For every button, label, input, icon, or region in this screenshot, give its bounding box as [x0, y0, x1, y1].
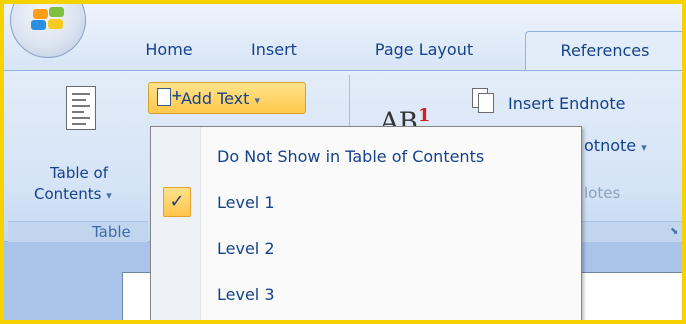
- chevron-down-icon: ▾: [106, 189, 112, 202]
- tab-page-layout[interactable]: Page Layout: [359, 40, 489, 70]
- add-text-icon: [157, 88, 171, 106]
- footnotes-group-label: lotes: [584, 184, 621, 202]
- toc-button-label-line2[interactable]: Contents ▾: [34, 184, 112, 206]
- dialog-launcher-icon[interactable]: ⬊: [670, 226, 678, 237]
- office-button[interactable]: [10, 4, 86, 58]
- toc-button-label-line1[interactable]: Table of: [50, 163, 108, 183]
- menu-item-level-3[interactable]: Level 3: [151, 273, 581, 317]
- chevron-down-icon: ▾: [254, 94, 261, 107]
- insert-endnote-icon: [470, 88, 498, 114]
- menu-item-do-not-show[interactable]: Do Not Show in Table of Contents: [151, 135, 581, 179]
- chevron-down-icon: ▾: [641, 141, 647, 154]
- menu-item-label: Do Not Show in Table of Contents: [217, 147, 485, 166]
- table-of-contents-icon: [66, 86, 96, 130]
- tab-home[interactable]: Home: [124, 40, 214, 70]
- menu-item-label: Level 2: [217, 239, 275, 258]
- toc-button-label-text: Contents: [34, 185, 102, 203]
- add-text-dropdown-menu: Do Not Show in Table of Contents ✓ Level…: [150, 126, 582, 320]
- add-text-label: Add Text: [181, 89, 250, 108]
- add-text-button[interactable]: + Add Text ▾: [148, 82, 306, 114]
- toc-group-label: Table: [92, 223, 131, 241]
- plus-icon: +: [171, 88, 183, 104]
- next-footnote-button[interactable]: otnote ▾: [584, 136, 647, 158]
- ab-superscript: 1: [417, 105, 431, 126]
- tab-bar: Home Insert Page Layout References: [4, 4, 682, 71]
- insert-endnote-button[interactable]: Insert Endnote: [508, 94, 625, 114]
- menu-item-level-2[interactable]: Level 2: [151, 227, 581, 271]
- menu-item-level-1[interactable]: ✓ Level 1: [151, 181, 581, 225]
- tab-insert[interactable]: Insert: [229, 40, 319, 70]
- menu-item-label: Level 3: [217, 285, 275, 304]
- checkmark-icon: ✓: [163, 187, 191, 217]
- window-frame: Home Insert Page Layout References Table…: [0, 0, 686, 324]
- menu-item-label: Level 1: [217, 193, 275, 212]
- office-logo-icon: [31, 7, 67, 31]
- tab-references[interactable]: References: [525, 31, 682, 71]
- next-footnote-label: otnote: [584, 136, 637, 155]
